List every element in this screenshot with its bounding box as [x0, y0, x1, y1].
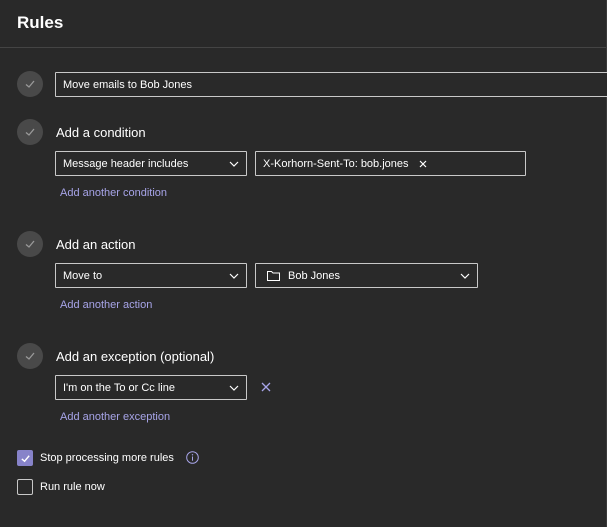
exception-title: Add an exception (optional) [56, 349, 215, 364]
action-title: Add an action [56, 237, 136, 252]
chevron-down-icon [460, 273, 470, 279]
chevron-down-icon [229, 273, 239, 279]
check-icon [20, 454, 30, 462]
header: Rules [0, 0, 607, 48]
check-icon [25, 128, 35, 136]
condition-value-input[interactable]: X-Korhorn-Sent-To: bob.jones [255, 151, 526, 176]
info-icon[interactable] [186, 451, 199, 464]
condition-tag: X-Korhorn-Sent-To: bob.jones [263, 158, 429, 170]
page-title: Rules [17, 13, 64, 32]
step-check-condition [17, 119, 43, 145]
action-type-value: Move to [63, 269, 103, 282]
remove-exception-icon[interactable] [260, 381, 272, 393]
run-now-label: Run rule now [40, 481, 105, 493]
rule-name-value: Move emails to Bob Jones [63, 78, 193, 91]
condition-type-dropdown[interactable]: Message header includes [55, 151, 247, 176]
stop-processing-checkbox[interactable] [17, 450, 33, 466]
check-icon [25, 80, 35, 88]
add-condition-link[interactable]: Add another condition [60, 187, 167, 199]
chevron-down-icon [229, 161, 239, 167]
add-action-link[interactable]: Add another action [60, 299, 152, 311]
exception-type-dropdown[interactable]: I'm on the To or Cc line [55, 375, 247, 400]
check-icon [25, 240, 35, 248]
stop-processing-label: Stop processing more rules [40, 452, 174, 464]
step-check-name [17, 71, 43, 97]
folder-icon [267, 271, 280, 281]
add-exception-link[interactable]: Add another exception [60, 411, 170, 423]
condition-tag-label: X-Korhorn-Sent-To: bob.jones [263, 157, 409, 170]
action-folder-value: Bob Jones [288, 269, 340, 282]
action-folder-dropdown[interactable]: Bob Jones [255, 263, 478, 288]
rule-name-input[interactable]: Move emails to Bob Jones [55, 72, 607, 97]
chevron-down-icon [229, 385, 239, 391]
condition-type-value: Message header includes [63, 157, 189, 170]
action-type-dropdown[interactable]: Move to [55, 263, 247, 288]
condition-title: Add a condition [56, 125, 146, 140]
run-now-checkbox[interactable] [17, 479, 33, 495]
step-check-action [17, 231, 43, 257]
check-icon [25, 352, 35, 360]
close-icon[interactable] [417, 158, 429, 170]
exception-type-value: I'm on the To or Cc line [63, 381, 175, 394]
step-check-exception [17, 343, 43, 369]
